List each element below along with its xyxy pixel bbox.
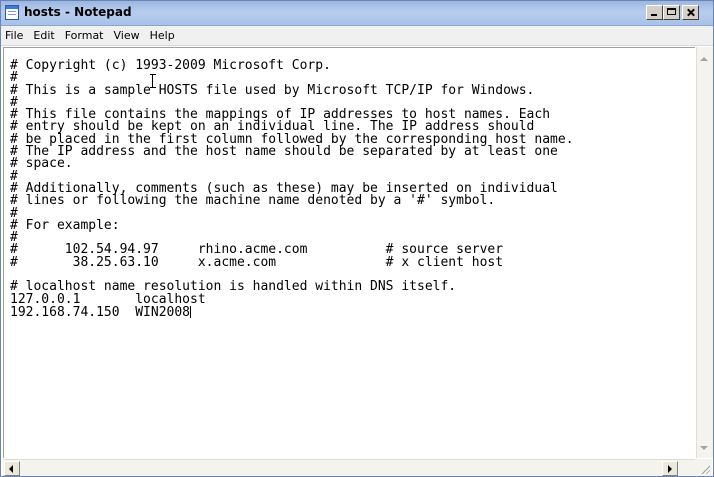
scroll-right-icon bbox=[668, 465, 672, 473]
editor-text[interactable]: # Copyright (c) 1993-2009 Microsoft Corp… bbox=[10, 58, 574, 320]
menu-format[interactable]: Format bbox=[60, 29, 109, 42]
ibeam-cursor-icon bbox=[150, 74, 156, 88]
editor-line: # Copyright (c) 1993-2009 Microsoft Corp… bbox=[10, 58, 331, 73]
editor-line: # lines or following the machine name de… bbox=[10, 193, 496, 209]
scroll-up-icon[interactable] bbox=[700, 57, 708, 61]
text-caret bbox=[190, 305, 192, 318]
text-editor[interactable]: # Copyright (c) 1993-2009 Microsoft Corp… bbox=[3, 47, 695, 458]
editor-line: 192.168.74.150 WIN2008 bbox=[10, 304, 191, 320]
scroll-left-icon bbox=[9, 465, 13, 473]
notepad-window: hosts - Notepad File Edit Format View He… bbox=[0, 0, 714, 477]
menu-help[interactable]: Help bbox=[145, 29, 180, 42]
resize-grip-icon[interactable] bbox=[695, 459, 712, 476]
scroll-right-button[interactable] bbox=[662, 461, 678, 476]
menu-edit[interactable]: Edit bbox=[28, 29, 59, 42]
caption-buttons bbox=[646, 5, 699, 20]
title-bar[interactable]: hosts - Notepad bbox=[1, 1, 713, 26]
menu-view[interactable]: View bbox=[109, 29, 145, 42]
minimize-button[interactable] bbox=[646, 5, 663, 20]
editor-line: # 38.25.63.10 x.acme.com # x client host bbox=[10, 254, 504, 270]
window-title: hosts - Notepad bbox=[24, 5, 132, 19]
editor-line: # This is a sample HOSTS file used by Mi… bbox=[10, 82, 535, 98]
menu-file[interactable]: File bbox=[1, 29, 28, 42]
maximize-button[interactable] bbox=[663, 5, 680, 20]
editor-line: # The IP address and the host name shoul… bbox=[10, 144, 558, 160]
editor-line: # space. bbox=[10, 156, 73, 172]
menu-bar: File Edit Format View Help bbox=[1, 26, 713, 46]
scroll-left-button[interactable] bbox=[4, 461, 20, 476]
close-button[interactable] bbox=[682, 5, 699, 20]
horizontal-scrollbar[interactable] bbox=[3, 459, 696, 476]
scroll-down-icon[interactable] bbox=[700, 446, 708, 450]
notepad-icon[interactable] bbox=[5, 5, 19, 20]
vertical-scrollbar[interactable] bbox=[696, 47, 713, 458]
editor-line: # For example: bbox=[10, 217, 120, 233]
